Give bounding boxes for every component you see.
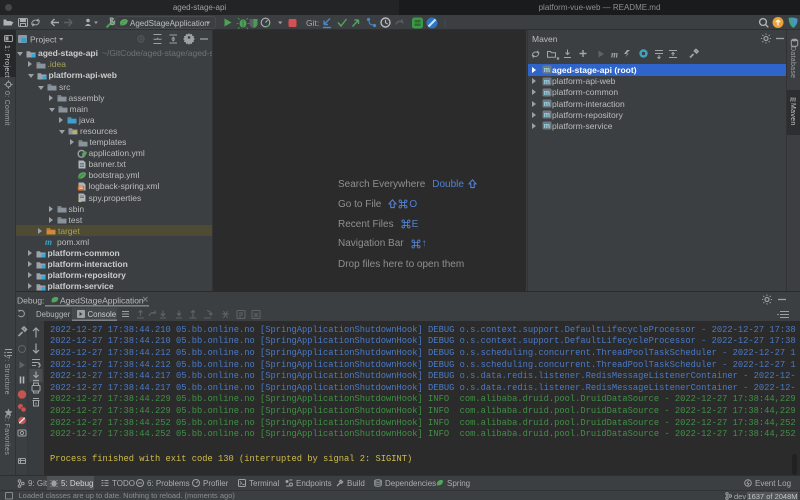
svg-text:AgedStageApplication: AgedStageApplication: [60, 296, 144, 306]
svg-text:Debug:: Debug:: [17, 296, 44, 306]
svg-text:Console: Console: [88, 310, 117, 319]
svg-text:Debugger: Debugger: [36, 310, 71, 319]
svg-text:m: m: [544, 90, 550, 97]
svg-text:Project: Project: [30, 35, 57, 45]
svg-text:Maven: Maven: [532, 34, 558, 44]
svg-text:m: m: [45, 237, 52, 247]
svg-text:m: m: [544, 112, 550, 119]
svg-text:Git:: Git:: [306, 18, 319, 28]
svg-text:m: m: [611, 50, 618, 60]
svg-text:m: m: [544, 79, 550, 86]
svg-text:m: m: [544, 123, 550, 130]
svg-text:AgedStageApplication: AgedStageApplication: [130, 19, 209, 28]
svg-text:m: m: [544, 67, 550, 74]
svg-text:m: m: [544, 101, 550, 108]
